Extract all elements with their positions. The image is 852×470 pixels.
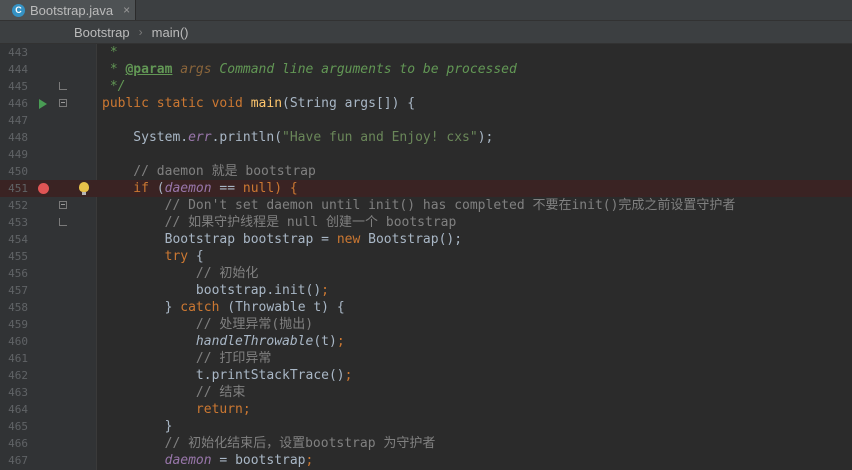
code-line: 443 * xyxy=(0,44,852,61)
code-editor[interactable]: 443 * 444 * @param args Command line arg… xyxy=(0,44,852,470)
code-line: 457 bootstrap.init(); xyxy=(0,282,852,299)
code-text: daemon = bootstrap; xyxy=(164,453,314,468)
line-number: 446 xyxy=(8,97,28,110)
fold-end-icon[interactable] xyxy=(59,82,67,90)
code-text: * @param args Command line arguments to … xyxy=(102,62,517,77)
tab-label: Bootstrap.java xyxy=(30,2,114,18)
line-number: 462 xyxy=(8,369,28,382)
code-line: 466 // 初始化结束后，设置bootstrap 为守护者 xyxy=(0,435,852,452)
fold-icon[interactable] xyxy=(59,201,67,209)
code-line: 464 return; xyxy=(0,401,852,418)
line-number: 467 xyxy=(8,454,28,467)
code-text: try { xyxy=(164,249,204,264)
code-text: // Don't set daemon until init() has com… xyxy=(102,198,736,213)
code-line-breakpoint: 451 if (daemon == null) { xyxy=(0,180,852,197)
code-line: 454 Bootstrap bootstrap = new Bootstrap(… xyxy=(0,231,852,248)
line-number: 459 xyxy=(8,318,28,331)
breakpoint-icon[interactable] xyxy=(38,183,49,194)
code-text: */ xyxy=(102,79,126,94)
code-text: } xyxy=(102,419,173,434)
line-number: 448 xyxy=(8,131,28,144)
tab-bootstrap-java[interactable]: C Bootstrap.java × xyxy=(0,0,136,20)
code-text: public static void main(String args[]) { xyxy=(102,96,416,111)
line-number: 450 xyxy=(8,165,28,178)
code-line: 446 public static void main(String args[… xyxy=(0,95,852,112)
code-text: } catch (Throwable t) { xyxy=(102,300,345,315)
code-text: t.printStackTrace(); xyxy=(102,368,353,383)
line-number: 452 xyxy=(8,199,28,212)
breadcrumb-method[interactable]: main() xyxy=(152,25,189,40)
line-number: 458 xyxy=(8,301,28,314)
run-icon[interactable] xyxy=(39,99,47,109)
breadcrumb: Bootstrap › main() xyxy=(0,21,852,44)
code-line: 448 System.err.println("Have fun and Enj… xyxy=(0,129,852,146)
code-line: 453 // 如果守护线程是 null 创建一个 bootstrap xyxy=(0,214,852,231)
line-number: 466 xyxy=(8,437,28,450)
code-line: 445 */ xyxy=(0,78,852,95)
code-line: 462 t.printStackTrace(); xyxy=(0,367,852,384)
line-number: 454 xyxy=(8,233,28,246)
code-line: 460 handleThrowable(t); xyxy=(0,333,852,350)
code-text: // 结束 xyxy=(102,385,246,400)
code-line: 455 try { xyxy=(0,248,852,265)
breadcrumb-class[interactable]: Bootstrap xyxy=(74,25,130,40)
code-text: * xyxy=(102,45,118,60)
code-text: Bootstrap bootstrap = new Bootstrap(); xyxy=(102,232,463,247)
fold-icon[interactable] xyxy=(59,99,67,107)
lightbulb-icon[interactable] xyxy=(79,182,89,195)
line-number: 460 xyxy=(8,335,28,348)
code-text: if (daemon == null) { xyxy=(102,181,298,196)
code-text: // 初始化 xyxy=(102,266,259,281)
code-text: return; xyxy=(195,402,251,417)
code-line: 447 xyxy=(0,112,852,129)
code-line: 456 // 初始化 xyxy=(0,265,852,282)
line-number: 465 xyxy=(8,420,28,433)
line-number: 455 xyxy=(8,250,28,263)
code-line: 459 // 处理异常(抛出) xyxy=(0,316,852,333)
code-line: 461 // 打印异常 xyxy=(0,350,852,367)
close-icon[interactable]: × xyxy=(123,3,130,17)
line-number: 445 xyxy=(8,80,28,93)
line-number: 456 xyxy=(8,267,28,280)
line-number: 453 xyxy=(8,216,28,229)
code-line: 452 // Don't set daemon until init() has… xyxy=(0,197,852,214)
code-text: bootstrap.init(); xyxy=(102,283,329,298)
code-text: // 初始化结束后，设置bootstrap 为守护者 xyxy=(102,436,436,451)
line-number: 464 xyxy=(8,403,28,416)
code-text: // daemon 就是 bootstrap xyxy=(102,164,316,179)
editor-tab-bar: C Bootstrap.java × xyxy=(0,0,852,21)
code-text: // 处理异常(抛出) xyxy=(102,317,314,332)
code-line: 450 // daemon 就是 bootstrap xyxy=(0,163,852,180)
code-line: 449 xyxy=(0,146,852,163)
fold-end-icon[interactable] xyxy=(59,218,67,226)
code-line: 467 daemon = bootstrap; xyxy=(0,452,852,469)
line-number: 443 xyxy=(8,46,28,59)
line-number: 449 xyxy=(8,148,28,161)
line-number: 444 xyxy=(8,63,28,76)
line-number: 447 xyxy=(8,114,28,127)
code-line: 444 * @param args Command line arguments… xyxy=(0,61,852,78)
code-text: System.err.println("Have fun and Enjoy! … xyxy=(102,130,494,145)
code-text: // 打印异常 xyxy=(102,351,272,366)
breadcrumb-separator: › xyxy=(138,25,143,39)
line-number: 451 xyxy=(8,182,28,195)
line-number: 461 xyxy=(8,352,28,365)
java-class-icon: C xyxy=(12,3,25,17)
code-line: 463 // 结束 xyxy=(0,384,852,401)
line-number: 457 xyxy=(8,284,28,297)
code-line: 465 } xyxy=(0,418,852,435)
code-text: handleThrowable(t); xyxy=(195,334,345,349)
code-text: // 如果守护线程是 null 创建一个 bootstrap xyxy=(102,215,457,230)
line-number: 463 xyxy=(8,386,28,399)
code-line: 458 } catch (Throwable t) { xyxy=(0,299,852,316)
